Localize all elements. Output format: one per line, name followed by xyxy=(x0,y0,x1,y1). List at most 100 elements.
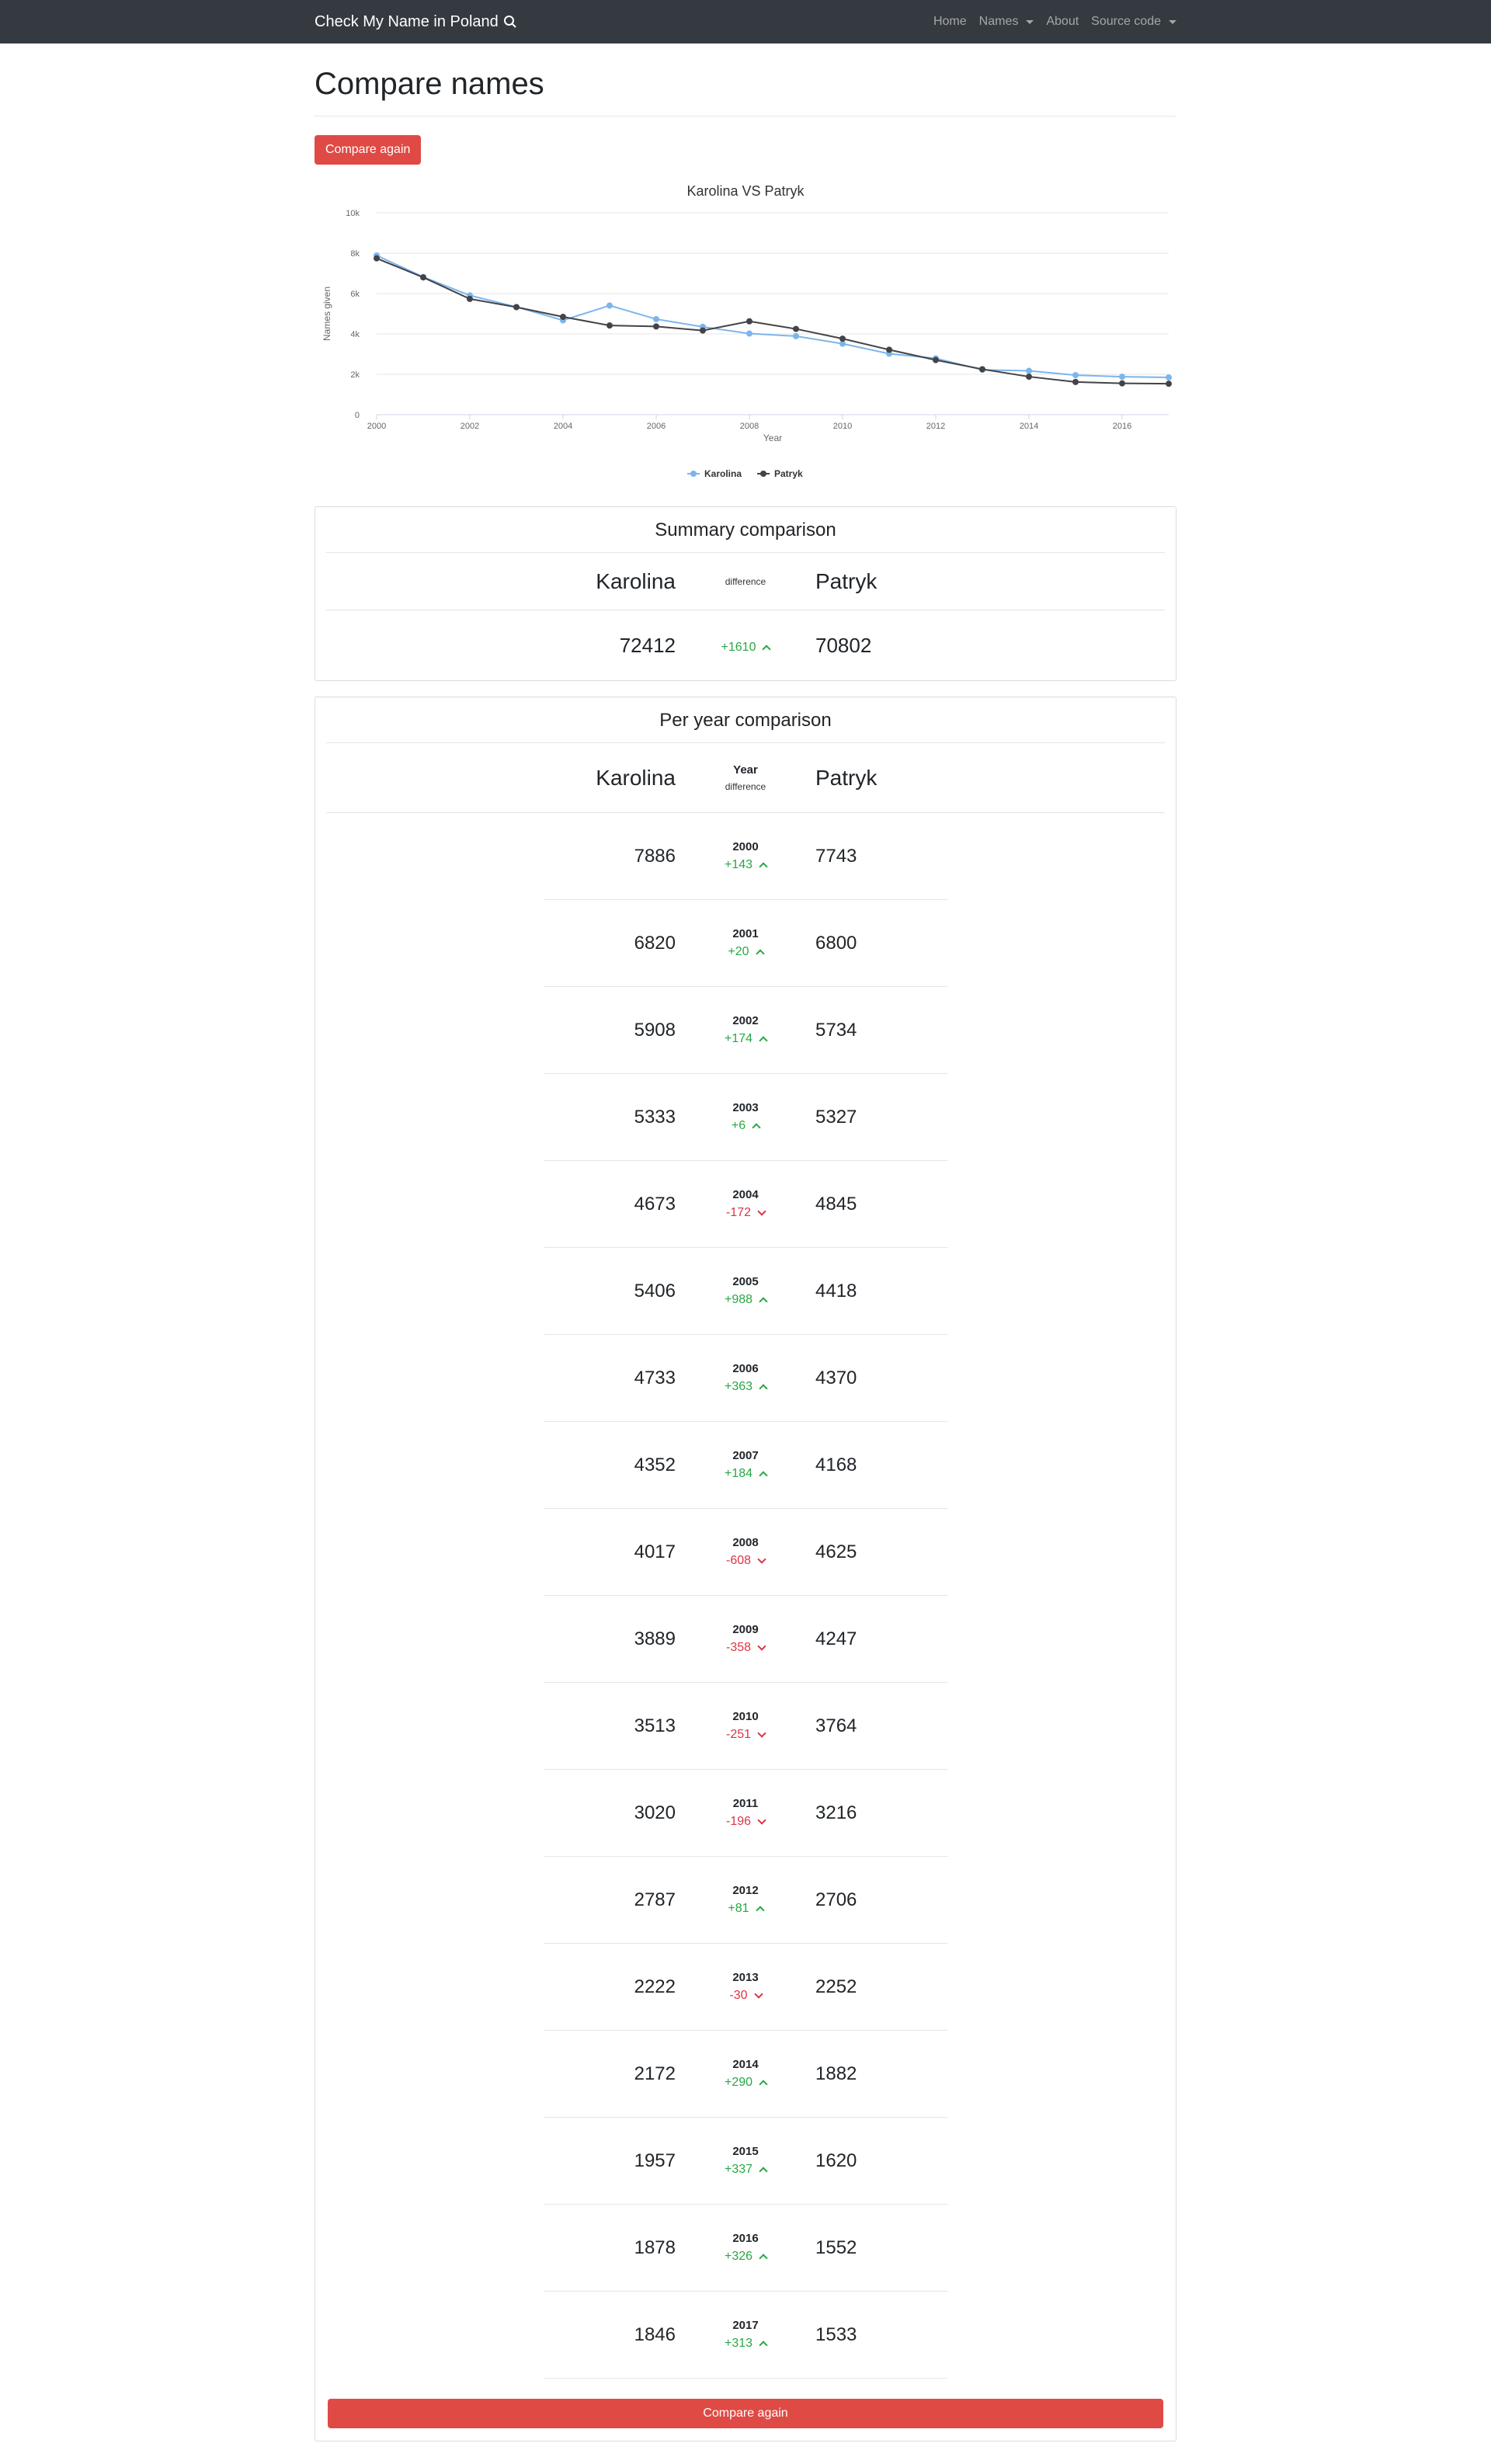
chevron-up-icon xyxy=(759,2341,768,2350)
compare-again-bottom-button[interactable]: Compare again xyxy=(328,2399,1163,2428)
data-point-patryk xyxy=(933,356,939,363)
chevron-up-icon xyxy=(759,1384,768,1393)
year-mid: 2004 -172 xyxy=(676,1188,815,1220)
nav-home[interactable]: Home xyxy=(933,15,967,29)
compare-again-button[interactable]: Compare again xyxy=(315,135,422,165)
per-year-header: Karolina Year difference Patryk xyxy=(326,743,1165,813)
year-row: 2172 2014 +290 1882 xyxy=(544,2031,947,2118)
data-point-karolina xyxy=(1166,374,1172,381)
summary-card: Summary comparison Karolina difference P… xyxy=(315,506,1176,681)
navbar: Check My Name in Poland Home Names About… xyxy=(0,0,1491,43)
year-mid: 2011 -196 xyxy=(676,1797,815,1829)
year-right-value: 2706 xyxy=(815,1889,857,1910)
year-mid: 2007 +184 xyxy=(676,1449,815,1481)
year-left-value: 5333 xyxy=(634,1106,676,1128)
navbar-inner: Check My Name in Poland Home Names About… xyxy=(315,0,1176,43)
nav-names-label: Names xyxy=(978,15,1019,28)
y-tick-label: 8k xyxy=(350,249,360,259)
y-tick-label: 2k xyxy=(350,370,360,380)
year-label: 2014 xyxy=(732,2058,759,2071)
year-diff-value: +143 xyxy=(724,858,753,871)
year-row: 2222 2013 -30 2252 xyxy=(544,1944,947,2031)
year-right-value: 1533 xyxy=(815,2323,857,2345)
year-mid: 2006 +363 xyxy=(676,1362,815,1394)
x-tick-label: 2012 xyxy=(926,422,945,431)
year-left-value: 4352 xyxy=(634,1454,676,1475)
summary-mid-header: difference xyxy=(676,576,815,587)
data-point-karolina xyxy=(1026,367,1032,374)
data-point-patryk xyxy=(653,323,659,330)
year-row: 1957 2015 +337 1620 xyxy=(544,2118,947,2205)
year-diff-value: +290 xyxy=(724,2076,753,2089)
year-left-value: 3889 xyxy=(634,1628,676,1649)
year-diff: +337 xyxy=(725,2163,768,2177)
year-diff: -196 xyxy=(726,1815,766,1829)
year-left-value: 2172 xyxy=(634,2063,676,2084)
main-container: Compare names Compare again Karolina VS … xyxy=(315,67,1176,2455)
chevron-up-icon xyxy=(759,2080,768,2089)
year-row: 1846 2017 +313 1533 xyxy=(544,2292,947,2379)
brand-link[interactable]: Check My Name in Poland xyxy=(315,13,517,31)
chevron-up-icon xyxy=(752,1123,761,1132)
data-point-patryk xyxy=(839,335,846,342)
chevron-up-icon xyxy=(759,862,768,871)
year-mid: 2013 -30 xyxy=(676,1971,815,2003)
summary-diff-value: +1610 xyxy=(721,641,756,654)
year-right-value: 2252 xyxy=(815,1976,857,1997)
chevron-up-icon xyxy=(759,1297,768,1306)
year-right-value: 5327 xyxy=(815,1106,857,1128)
chevron-down-icon xyxy=(753,1990,763,1999)
per-year-name-right: Patryk xyxy=(815,765,878,790)
summary-name-right: Patryk xyxy=(815,568,878,593)
year-diff-value: +313 xyxy=(724,2337,753,2350)
year-label: 2004 xyxy=(732,1188,759,1201)
bottom-spacer xyxy=(315,2441,1176,2455)
year-label: 2016 xyxy=(732,2232,759,2245)
x-tick-label: 2006 xyxy=(647,422,666,431)
per-year-title: Per year comparison xyxy=(326,697,1165,743)
year-right-value: 6800 xyxy=(815,932,857,954)
year-mid: 2000 +143 xyxy=(676,840,815,872)
year-diff-value: +184 xyxy=(724,1467,753,1480)
x-tick-label: 2016 xyxy=(1113,422,1131,431)
year-left-value: 4733 xyxy=(634,1367,676,1388)
data-point-patryk xyxy=(420,274,426,281)
brand-label: Check My Name in Poland xyxy=(315,12,499,30)
year-mid: 2005 +988 xyxy=(676,1275,815,1307)
chart: Karolina VS Patryk 0 2k 4k 6k 8k 10k 2000 2002 20… xyxy=(315,180,1176,491)
year-diff: -608 xyxy=(726,1554,766,1568)
year-left-value: 1957 xyxy=(634,2149,676,2171)
year-row: 4352 2007 +184 4168 xyxy=(544,1422,947,1509)
nav-about[interactable]: About xyxy=(1046,15,1079,29)
data-point-karolina xyxy=(1119,374,1125,381)
x-tick-label: 2000 xyxy=(367,422,386,431)
x-tick-label: 2010 xyxy=(833,422,852,431)
year-left-value: 2222 xyxy=(634,1976,676,1997)
legend-marker xyxy=(690,471,697,477)
year-diff-value: -30 xyxy=(729,1989,748,2002)
year-diff-value: +174 xyxy=(724,1032,753,1045)
year-label: 2012 xyxy=(732,1884,759,1897)
year-right-value: 4168 xyxy=(815,1454,857,1475)
nav-names-dropdown[interactable]: Names xyxy=(979,15,1034,29)
data-point-patryk xyxy=(1119,380,1125,387)
summary-header: Karolina difference Patryk xyxy=(326,553,1165,610)
x-tick-label: 2004 xyxy=(554,422,572,431)
year-row: 4733 2006 +363 4370 xyxy=(544,1335,947,1422)
year-mid: 2009 -358 xyxy=(676,1623,815,1655)
chevron-up-icon xyxy=(759,1036,768,1045)
year-diff-value: +20 xyxy=(728,945,749,958)
summary-diff-cell: +1610 xyxy=(676,636,815,655)
year-row: 5908 2002 +174 5734 xyxy=(544,987,947,1074)
year-right-value: 1620 xyxy=(815,2149,857,2171)
nav-source-code-dropdown[interactable]: Source code xyxy=(1091,15,1176,29)
year-right-value: 3764 xyxy=(815,1715,857,1736)
year-mid: 2016 +326 xyxy=(676,2232,815,2264)
x-axis-label: Year xyxy=(763,433,782,443)
year-right-value: 4247 xyxy=(815,1628,857,1649)
chevron-down-icon xyxy=(757,1642,766,1651)
year-diff-value: -251 xyxy=(725,1728,752,1741)
y-tick-label: 0 xyxy=(355,411,360,420)
year-diff-value: +81 xyxy=(728,1902,749,1915)
y-tick-label: 4k xyxy=(350,330,360,339)
